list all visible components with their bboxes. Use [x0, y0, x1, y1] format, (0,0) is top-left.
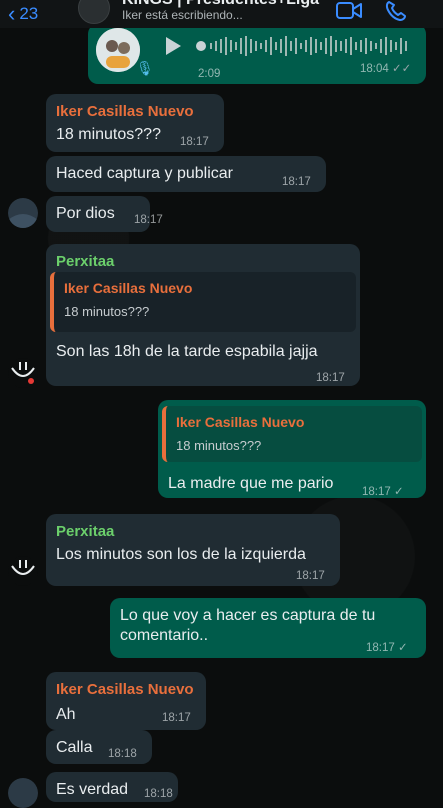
incoming-message[interactable]: Calla 18:18: [46, 730, 152, 764]
message-time: 18:17: [316, 372, 345, 384]
chat-header: ‹ 23 KINGS | Presidentes+Liga Iker está …: [0, 0, 443, 28]
quoted-message[interactable]: Iker Casillas Nuevo 18 minutos???: [50, 272, 356, 332]
waveform-bar: [385, 37, 387, 55]
waveform-bar: [390, 40, 392, 52]
incoming-message[interactable]: Es verdad 18:18: [46, 772, 178, 802]
message-time: 18:04 ✓✓: [360, 63, 412, 75]
quoted-message[interactable]: Iker Casillas Nuevo 18 minutos???: [162, 406, 422, 462]
waveform-bar: [375, 43, 377, 49]
quoted-text: 18 minutos???: [176, 438, 262, 453]
read-receipt-icon: ✓: [393, 486, 404, 498]
sender-name[interactable]: Perxitaa: [56, 522, 330, 542]
sender-name[interactable]: Iker Casillas Nuevo: [56, 102, 214, 122]
playhead[interactable]: [196, 41, 206, 51]
incoming-message[interactable]: Perxitaa Iker Casillas Nuevo 18 minutos?…: [46, 244, 360, 386]
waveform-bar: [305, 40, 307, 52]
group-avatar[interactable]: [78, 0, 110, 24]
sender-name[interactable]: Perxitaa: [56, 252, 350, 272]
waveform-bar: [310, 37, 312, 55]
waveform-bar: [230, 40, 232, 52]
incoming-message[interactable]: Iker Casillas Nuevo 18 minutos??? 18:17: [46, 94, 224, 152]
waveform-bar: [250, 39, 252, 53]
waveform-bar: [380, 39, 382, 53]
sender-name[interactable]: Iker Casillas Nuevo: [56, 680, 196, 700]
waveform-bar: [255, 41, 257, 51]
waveform-bar: [340, 41, 342, 51]
message-text: Por dios: [56, 205, 115, 222]
waveform-bar: [265, 40, 267, 52]
waveform[interactable]: [196, 34, 412, 58]
message-time: 18:17 ✓: [366, 642, 408, 654]
waveform-bar: [270, 37, 272, 55]
typing-status: Iker está escribiendo...: [122, 8, 243, 22]
sender-avatar[interactable]: [8, 778, 38, 808]
message-time: 18:17: [296, 570, 325, 582]
waveform-bar: [395, 42, 397, 50]
waveform-bar: [290, 41, 292, 51]
message-text: La madre que me pario: [168, 475, 334, 492]
incoming-message[interactable]: Haced captura y publicar 18:17: [46, 156, 326, 192]
message-time: 18:17: [180, 136, 209, 148]
waveform-bar: [245, 36, 247, 56]
sender-avatar[interactable]: [8, 358, 38, 388]
incoming-message[interactable]: Perxitaa Los minutos son los de la izqui…: [46, 514, 340, 586]
quoted-sender: Iker Casillas Nuevo: [64, 280, 193, 296]
play-icon[interactable]: [164, 36, 182, 56]
sender-avatar[interactable]: [8, 556, 38, 586]
message-text: Los minutos son los de la izquierda: [56, 546, 306, 563]
voice-duration: 2:09: [198, 68, 221, 80]
quoted-text: 18 minutos???: [64, 304, 150, 319]
waveform-bar: [335, 40, 337, 52]
waveform-bar: [295, 38, 297, 54]
waveform-bar: [345, 39, 347, 53]
back-button[interactable]: ‹ 23: [8, 0, 38, 28]
waveform-bar: [320, 42, 322, 50]
read-receipt-icon: ✓: [397, 642, 408, 654]
waveform-bar: [315, 39, 317, 53]
waveform-bar: [210, 43, 212, 49]
sender-avatar[interactable]: [8, 198, 38, 228]
incoming-message[interactable]: Iker Casillas Nuevo Ah 18:17: [46, 672, 206, 730]
waveform-bar: [275, 42, 277, 50]
message-time: 18:17: [134, 214, 163, 226]
message-text-line: Lo que voy a hacer es captura de tu: [120, 607, 376, 624]
waveform-bar: [365, 38, 367, 54]
microphone-icon: 🎙: [136, 60, 154, 76]
message-time: 18:18: [144, 788, 173, 800]
voice-message[interactable]: 🎙 2:09 18:04 ✓✓: [88, 24, 426, 84]
waveform-bar: [285, 36, 287, 56]
waveform-bar: [400, 38, 402, 54]
quoted-sender: Iker Casillas Nuevo: [176, 414, 305, 430]
waveform-bar: [235, 42, 237, 50]
message-time: 18:18: [108, 748, 137, 760]
waveform-bar: [260, 43, 262, 49]
unread-count: 23: [19, 4, 39, 23]
waveform-bar: [280, 39, 282, 53]
message-text: Haced captura y publicar: [56, 165, 233, 182]
waveform-bar: [360, 40, 362, 52]
message-time: 18:17 ✓: [362, 486, 404, 498]
read-receipt-icon: ✓✓: [391, 63, 412, 75]
waveform-bar: [325, 38, 327, 54]
message-time: 18:17: [162, 712, 191, 724]
waveform-bar: [405, 41, 407, 51]
waveform-bar: [220, 39, 222, 53]
waveform-bar: [240, 38, 242, 54]
incoming-message[interactable]: Por dios 18:17: [46, 196, 163, 232]
waveform-bar: [225, 37, 227, 55]
phone-call-icon[interactable]: [384, 0, 410, 22]
waveform-bar: [350, 37, 352, 55]
message-text: Son las 18h de la tarde espabila jajja: [56, 343, 318, 360]
outgoing-message[interactable]: Iker Casillas Nuevo 18 minutos??? La mad…: [158, 400, 426, 498]
waveform-bar: [300, 43, 302, 49]
chevron-left-icon: ‹: [8, 1, 16, 26]
waveform-bar: [355, 42, 357, 50]
waveform-bar: [215, 41, 217, 51]
video-call-icon[interactable]: [336, 0, 362, 22]
message-time: 18:17: [282, 176, 311, 188]
sender-avatar: [96, 28, 140, 72]
outgoing-message[interactable]: Lo que voy a hacer es captura de tu come…: [110, 598, 426, 658]
waveform-bar: [330, 36, 332, 56]
waveform-bar: [370, 41, 372, 51]
